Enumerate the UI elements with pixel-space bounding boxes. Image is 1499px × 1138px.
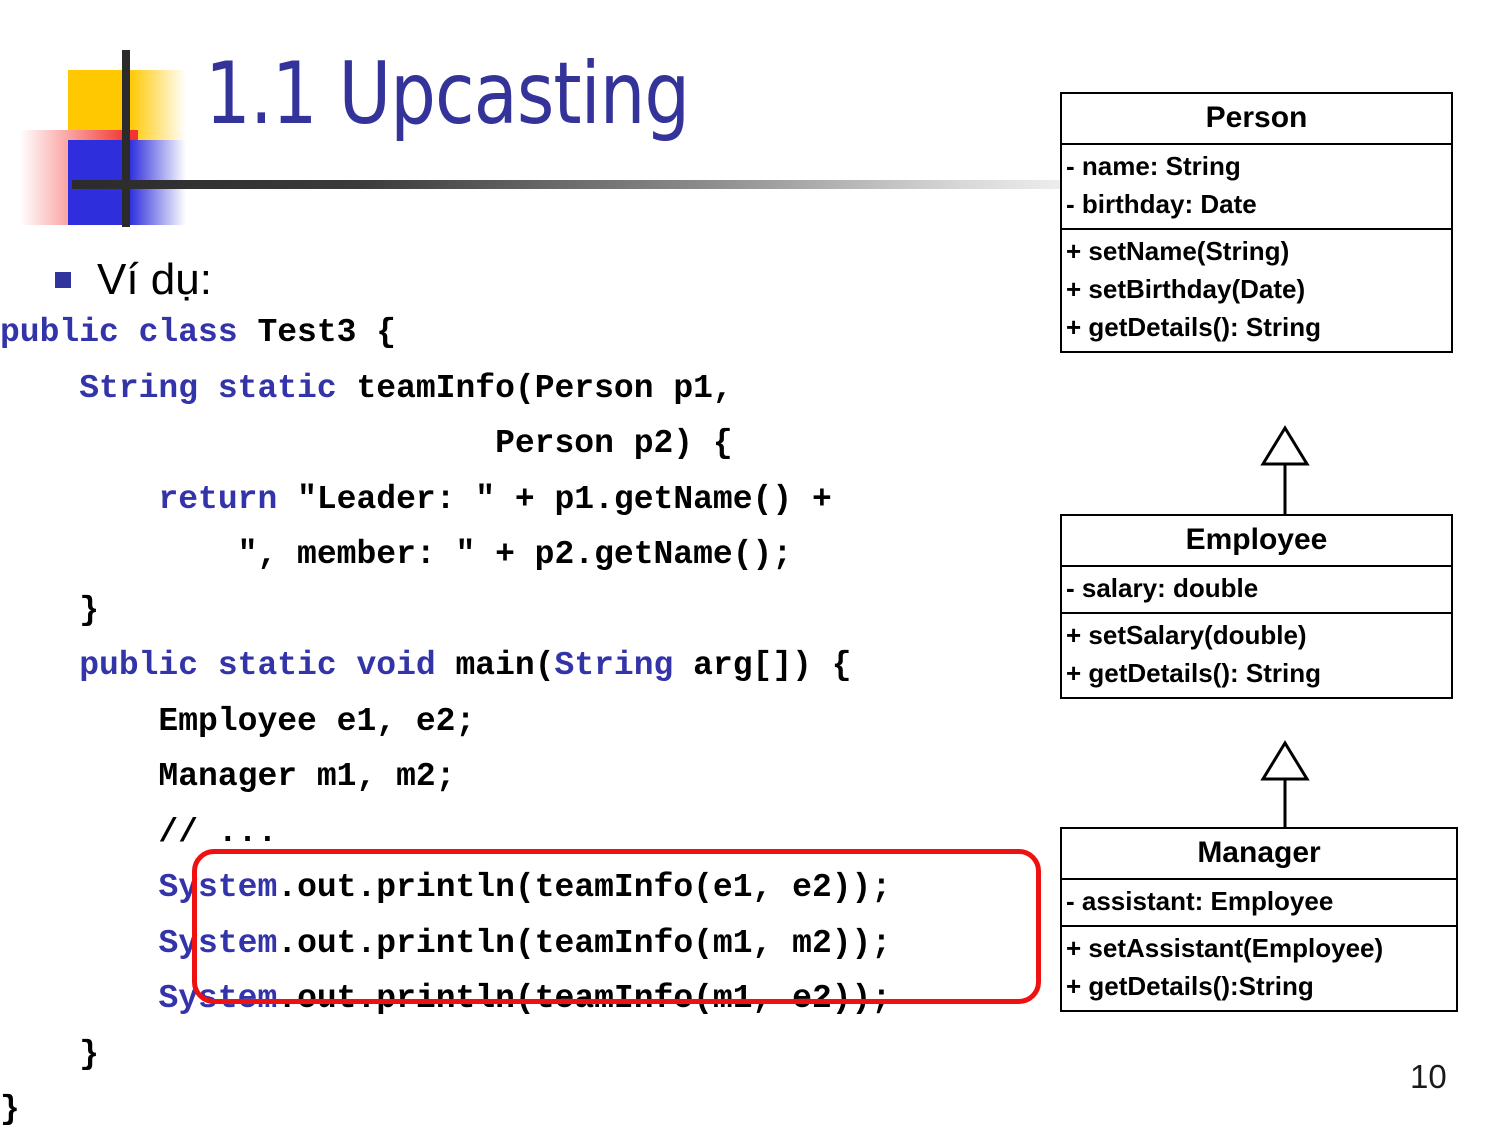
uml-attribute-row: - assistant: Employee <box>1066 885 1334 916</box>
generalization-arrow-manager-to-employee <box>1260 740 1310 832</box>
code-text: main( <box>455 647 555 684</box>
uml-class-person: Person - name: String - birthday: Date +… <box>1060 92 1453 354</box>
code-keyword: System <box>158 980 278 1017</box>
code-text: "Leader: " + p1.getName() + <box>297 480 832 518</box>
code-line: public class Test3 { <box>0 305 1060 361</box>
uml-attribute-row: - salary: double <box>1066 572 1259 603</box>
code-line: Employee e1, e2; <box>0 694 1060 750</box>
code-line: } <box>0 583 1060 639</box>
code-line: return "Leader: " + p1.getName() + <box>0 472 1060 528</box>
code-line: // ... <box>0 805 1060 861</box>
generalization-arrow-employee-to-person <box>1260 425 1310 517</box>
code-text: ", member: " + p2.getName(); <box>0 536 793 573</box>
code-line: System.out.println(teamInfo(m1, e2)); <box>0 971 1060 1027</box>
java-code-block: public class Test3 { String static teamI… <box>0 305 1060 1138</box>
code-text: } <box>0 591 100 629</box>
code-keyword: String static <box>79 369 357 407</box>
uml-operation-row: + setAssistant(Employee) <box>1066 932 1384 963</box>
uml-class-name: Employee <box>1062 516 1451 567</box>
code-text: } <box>0 1091 20 1128</box>
code-keyword: return <box>158 480 298 518</box>
page-title: 1.1 Upcasting <box>205 44 690 144</box>
code-keyword: System <box>158 869 278 906</box>
code-line: Manager m1, m2; <box>0 749 1060 805</box>
code-keyword: System <box>158 924 278 962</box>
page-number: 10 <box>1410 1058 1447 1095</box>
uml-operation-row: + getDetails():String <box>1066 970 1314 1001</box>
code-line: public static void main(String arg[]) { <box>0 638 1060 694</box>
uml-operations-section: + setName(String) + setBirthday(Date) + … <box>1062 230 1451 351</box>
code-line: Person p2) { <box>0 416 1060 472</box>
uml-class-manager: Manager - assistant: Employee + setAssis… <box>1060 827 1458 1012</box>
code-text: } <box>0 1035 100 1073</box>
uml-attribute-row: - birthday: Date <box>1066 188 1257 219</box>
uml-operations-section: + setAssistant(Employee) + getDetails():… <box>1062 927 1456 1010</box>
code-line: System.out.println(teamInfo(e1, e2)); <box>0 860 1060 916</box>
uml-operation-row: + getDetails(): String <box>1066 311 1321 342</box>
uml-class-employee: Employee - salary: double + setSalary(do… <box>1060 514 1453 699</box>
bullet-item-label: Ví dụ: <box>97 255 212 304</box>
square-bullet-icon <box>55 272 71 288</box>
code-line: } <box>0 1082 1060 1138</box>
code-text: Employee e1, e2; <box>0 702 476 740</box>
code-keyword: String <box>554 647 694 684</box>
code-line: } <box>0 1027 1060 1083</box>
uml-attributes-section: - salary: double <box>1062 567 1451 614</box>
title-underline-rule <box>72 180 1084 189</box>
code-text: .out.println(teamInfo(m1, e2)); <box>277 980 892 1017</box>
uml-class-name: Manager <box>1062 829 1456 880</box>
uml-operations-section: + setSalary(double) + getDetails(): Stri… <box>1062 614 1451 697</box>
uml-operation-row: + setSalary(double) <box>1066 619 1307 650</box>
code-text: .out.println(teamInfo(e1, e2)); <box>277 869 892 906</box>
uml-operation-row: + setBirthday(Date) <box>1066 273 1306 304</box>
code-keyword: public class <box>0 314 258 351</box>
uml-class-name: Person <box>1062 94 1451 145</box>
bullet-item-example: Ví dụ: <box>55 258 212 302</box>
uml-attributes-section: - name: String - birthday: Date <box>1062 145 1451 230</box>
uml-attribute-row: - name: String <box>1066 150 1241 181</box>
code-text: teamInfo(Person p1, <box>356 369 733 407</box>
code-keyword: public static void <box>79 647 456 684</box>
uml-operation-row: + setName(String) <box>1066 235 1290 266</box>
code-line: System.out.println(teamInfo(m1, m2)); <box>0 916 1060 972</box>
code-text: Manager m1, m2; <box>0 758 456 795</box>
code-line: ", member: " + p2.getName(); <box>0 527 1060 583</box>
uml-attributes-section: - assistant: Employee <box>1062 880 1456 927</box>
code-text: .out.println(teamInfo(m1, m2)); <box>277 924 892 962</box>
code-text: Test3 { <box>257 314 397 351</box>
code-text: // ... <box>0 813 278 851</box>
code-text: Person p2) { <box>0 425 733 462</box>
uml-class-diagram: Person - name: String - birthday: Date +… <box>1060 92 1460 1067</box>
code-line: String static teamInfo(Person p1, <box>0 361 1060 417</box>
logo-vertical-bar-icon <box>122 50 130 227</box>
code-text: arg[]) { <box>693 647 852 684</box>
uml-operation-row: + getDetails(): String <box>1066 657 1321 688</box>
